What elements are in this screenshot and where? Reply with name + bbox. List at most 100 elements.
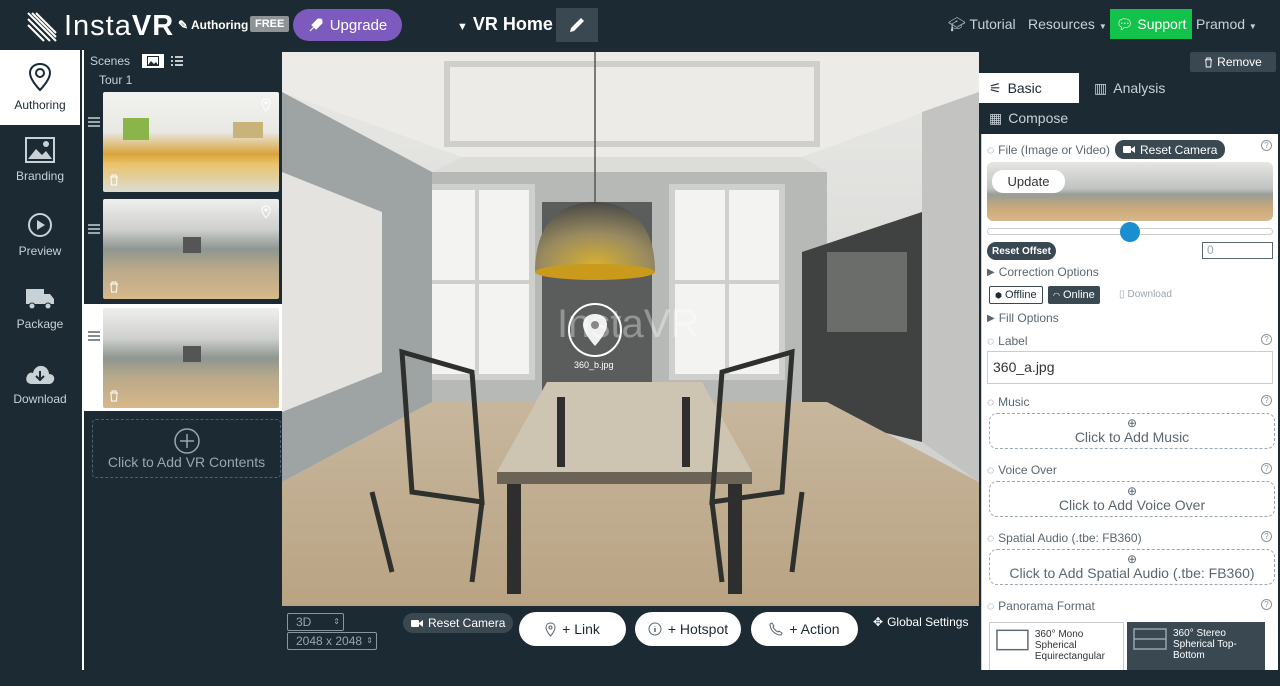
add-voice-over-button[interactable]: ⊕ Click to Add Voice Over: [989, 481, 1275, 517]
vr-viewer[interactable]: InstaVR 360_b.jpg: [282, 52, 979, 606]
scene-thumbnail-detail: [233, 122, 263, 138]
help-icon[interactable]: ?: [1261, 531, 1272, 542]
nav-download[interactable]: Download: [0, 350, 80, 425]
nav-preview[interactable]: Preview: [0, 200, 80, 275]
trash-icon[interactable]: [109, 281, 119, 293]
tour-label: Tour 1: [99, 73, 133, 87]
grid-view-toggle[interactable]: [142, 54, 164, 68]
caret-right-icon: ▶: [987, 312, 995, 324]
correction-options-toggle[interactable]: ▶ Correction Options: [987, 265, 1099, 279]
add-vr-content-button[interactable]: Click to Add VR Contents: [92, 419, 281, 478]
trash-icon[interactable]: [109, 390, 119, 402]
map-pin-icon: [261, 98, 271, 112]
reset-camera-button[interactable]: Reset Camera: [403, 613, 514, 633]
scene-thumbnail[interactable]: [103, 92, 279, 192]
format-stereo-option[interactable]: 360° Stereo Spherical Top-Bottom: [1127, 622, 1265, 670]
upgrade-button[interactable]: Upgrade: [293, 9, 402, 41]
edit-title-button[interactable]: [556, 8, 598, 42]
resources-dropdown[interactable]: Resources ▼: [1028, 16, 1107, 32]
tab-compose[interactable]: ▦ Compose: [979, 103, 1089, 133]
add-music-button[interactable]: ⊕ Click to Add Music: [989, 413, 1275, 449]
remove-scene-button[interactable]: Remove: [1190, 52, 1276, 72]
plus-circle-icon: ⊕: [1126, 416, 1138, 430]
map-pin-icon: [545, 621, 556, 637]
caret-down-icon: ▼: [1248, 22, 1257, 31]
reset-offset-button[interactable]: Reset Offset: [987, 242, 1056, 260]
nav-package[interactable]: Package: [0, 275, 80, 350]
mode-select[interactable]: 3D ⇕: [287, 613, 344, 631]
mono-format-icon: [996, 629, 1029, 651]
add-link-button[interactable]: + Link: [519, 612, 626, 646]
online-option[interactable]: ◠ Online: [1048, 286, 1100, 304]
check-circle-icon: ◌: [987, 143, 995, 157]
help-icon[interactable]: ?: [1261, 395, 1272, 406]
add-hotspot-button[interactable]: + Hotspot: [635, 612, 741, 646]
drag-handle-icon[interactable]: [88, 330, 100, 342]
file-preview[interactable]: Update: [987, 162, 1273, 221]
support-button[interactable]: 💬︎ Support: [1110, 9, 1192, 39]
format-mono-option[interactable]: 360° Mono Spherical Equirectangular: [989, 622, 1124, 670]
resolution-select[interactable]: 2048 x 2048 ⇕: [287, 632, 377, 650]
help-icon[interactable]: ?: [1261, 140, 1272, 151]
scene-thumbnail-detail: [183, 346, 201, 362]
updown-icon: ⇕: [333, 617, 340, 626]
viewer-watermark: InstaVR: [557, 302, 699, 346]
scene-thumbnail-detail: [183, 237, 201, 253]
help-icon[interactable]: ?: [1261, 463, 1272, 474]
panorama-scene[interactable]: InstaVR 360_b.jpg: [282, 52, 979, 606]
music-label: ◌ Music: [987, 395, 1030, 409]
nav-authoring[interactable]: Authoring: [0, 50, 80, 125]
map-pin-icon: [28, 62, 52, 92]
nav-branding[interactable]: Branding: [0, 125, 80, 200]
hotspot-caption: 360_b.jpg: [574, 360, 614, 370]
top-bar: InstaVR ✎ Authoring FREE Upgrade ▼ VR Ho…: [0, 0, 1280, 50]
truck-icon: [26, 289, 54, 310]
image-icon: [147, 56, 159, 66]
fill-options-toggle[interactable]: ▶ Fill Options: [987, 311, 1059, 325]
global-settings-button[interactable]: ✥ Global Settings: [873, 615, 968, 629]
label-input[interactable]: 360_a.jpg: [987, 351, 1273, 384]
wand-icon: ✎: [178, 18, 189, 32]
instavr-logo[interactable]: InstaVR: [26, 10, 174, 43]
film-icon: ▦: [989, 109, 1003, 126]
user-menu[interactable]: Pramod ▼: [1196, 16, 1257, 32]
project-title-dropdown[interactable]: ▼ VR Home: [457, 14, 553, 35]
image-icon: [25, 137, 55, 163]
graduation-cap-icon: 🎓︎: [948, 16, 966, 32]
video-camera-icon: [411, 619, 423, 627]
add-spatial-audio-button[interactable]: ⊕ Click to Add Spatial Audio (.tbe: FB36…: [989, 549, 1275, 585]
slider-handle[interactable]: [1120, 222, 1140, 242]
offset-slider[interactable]: [987, 222, 1273, 242]
help-icon[interactable]: ?: [1261, 334, 1272, 345]
reset-camera-button[interactable]: Reset Camera: [1115, 140, 1226, 159]
add-action-button[interactable]: + Action: [751, 612, 858, 646]
trash-icon[interactable]: [109, 174, 119, 186]
plus-circle-icon: ⊕: [1126, 552, 1138, 566]
update-button[interactable]: Update: [992, 170, 1065, 193]
play-circle-icon: [28, 213, 52, 237]
list-view-toggle[interactable]: [166, 54, 188, 68]
help-icon[interactable]: ?: [1261, 599, 1272, 610]
basic-properties: ◌ File (Image or Video) Reset Camera ? U…: [981, 134, 1278, 670]
scene-thumbnail[interactable]: [103, 199, 279, 299]
scene-item-active[interactable]: [84, 304, 282, 411]
drag-handle-icon[interactable]: [88, 223, 100, 235]
video-camera-icon: [1123, 146, 1135, 153]
voice-over-label: ◌ Voice Over: [987, 463, 1057, 477]
offline-option[interactable]: ⬢ Offline: [989, 286, 1043, 304]
scene-item[interactable]: [84, 199, 282, 303]
viewer-controls: 3D ⇕ 2048 x 2048 ⇕ Reset Camera + Link +…: [282, 606, 979, 668]
tab-analysis[interactable]: ▥ Analysis: [1084, 73, 1184, 103]
tutorial-link[interactable]: 🎓︎ Tutorial: [948, 16, 1016, 33]
scene-item[interactable]: [84, 92, 282, 196]
rocket-icon: [309, 18, 323, 32]
drag-handle-icon[interactable]: [88, 116, 100, 128]
scene-thumbnail[interactable]: [103, 308, 279, 408]
bar-chart-icon: ▥: [1094, 79, 1108, 96]
offset-input[interactable]: 0: [1202, 242, 1273, 259]
check-circle-icon: ◌: [987, 334, 995, 348]
scene-thumbnail-detail: [123, 118, 149, 140]
tab-basic[interactable]: ⚟ Basic: [979, 73, 1079, 103]
sliders-icon: ⚟: [989, 79, 1002, 96]
download-option[interactable]: ▯ Download: [1119, 289, 1172, 300]
